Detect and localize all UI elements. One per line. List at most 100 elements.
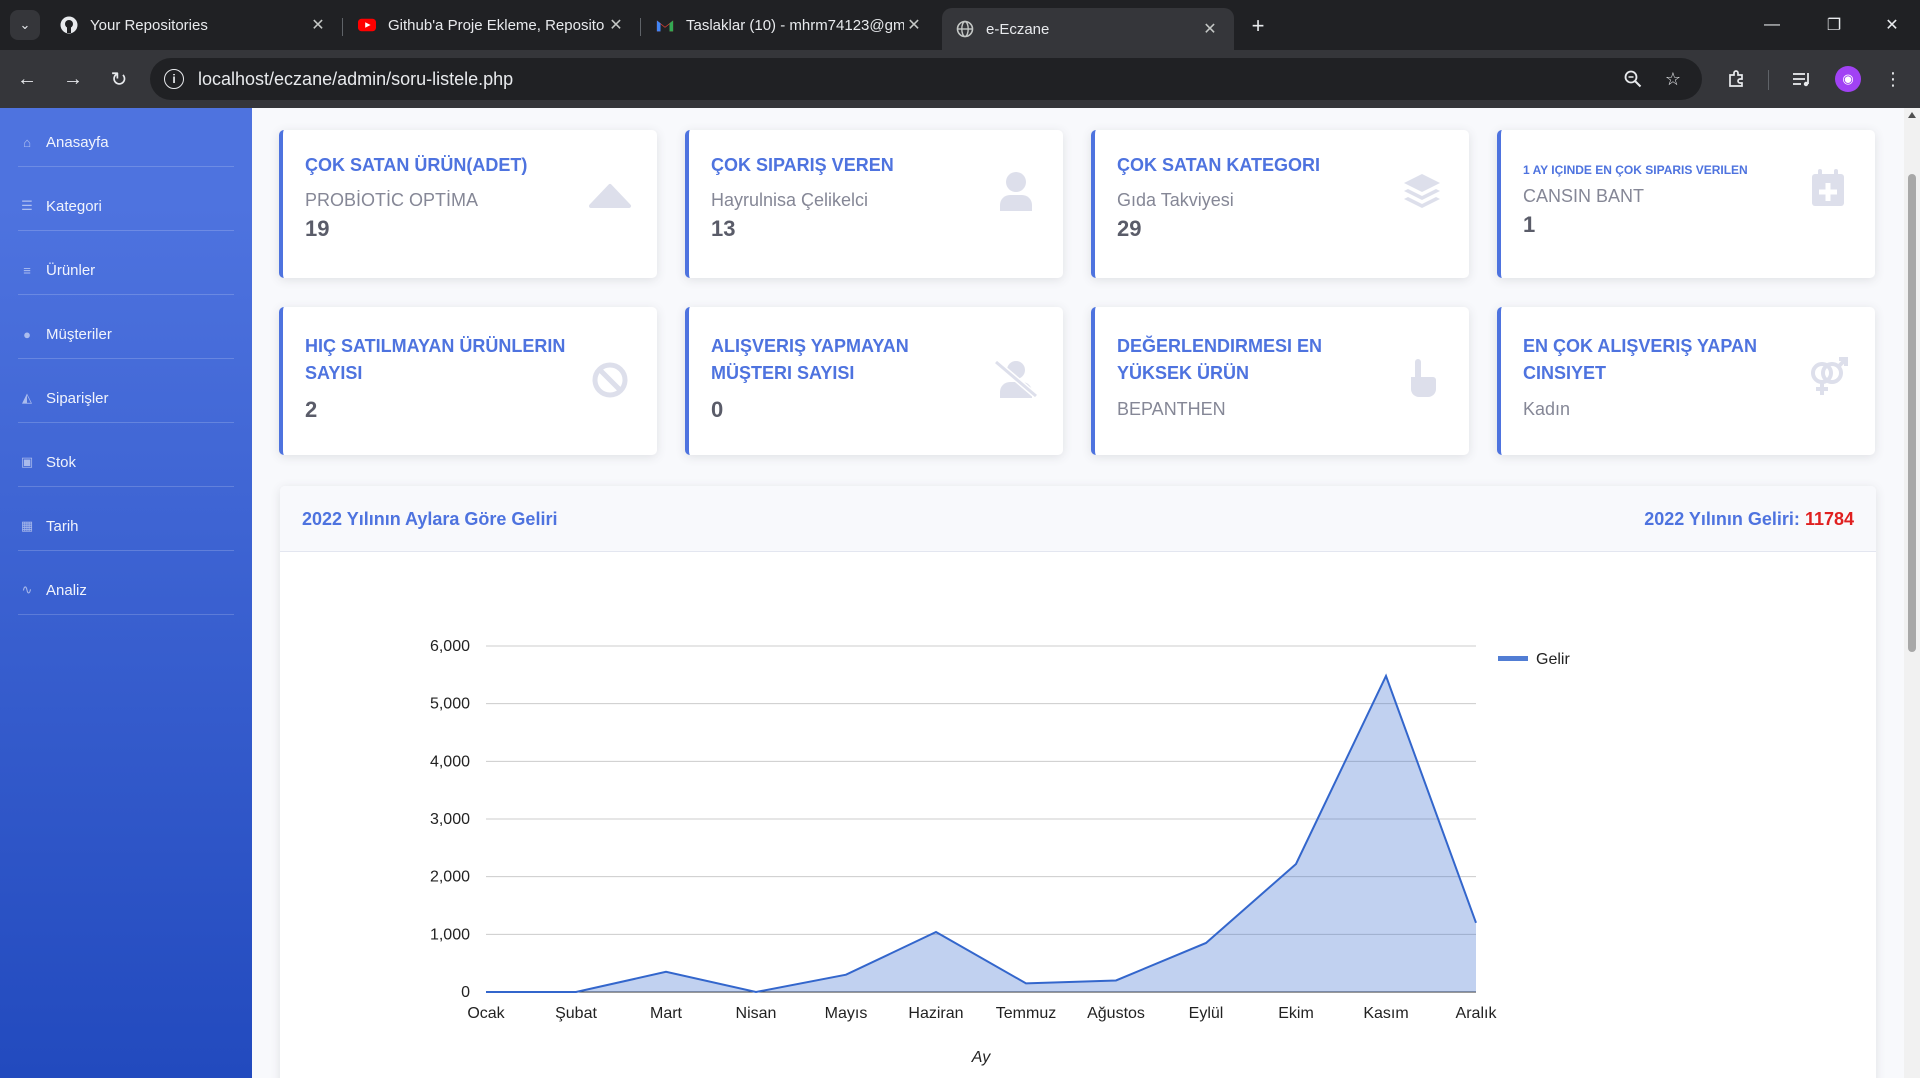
y-tick-label: 4,000 (430, 753, 470, 770)
y-tick-label: 2,000 (430, 869, 470, 886)
sidebar-item-analiz[interactable]: ∿ Analiz (18, 558, 234, 622)
y-tick-label: 1,000 (430, 926, 470, 943)
card-subtitle: CANSIN BANT (1523, 186, 1645, 206)
y-tick-label: 3,000 (430, 811, 470, 828)
tab-title: Taslaklar (10) - mhrm74123@gm (686, 16, 904, 34)
arrow-left-icon: ← (17, 67, 37, 90)
tab-github-proje[interactable]: Github'a Proje Ekleme, Reposito ✕ (344, 8, 640, 42)
x-tick-label: Ekim (1278, 1005, 1314, 1022)
sidebar-item-urunler[interactable]: ≡ Ürünler (18, 238, 234, 302)
x-axis-title: Ay (971, 1049, 992, 1066)
menu-icon[interactable]: ⋮ (1880, 66, 1906, 92)
x-tick-label: Mayıs (825, 1005, 868, 1022)
sidebar-item-siparisler[interactable]: ◭ Siparişler (18, 366, 234, 430)
url-text[interactable]: localhost/eczane/admin/soru-listele.php (198, 69, 513, 90)
sidebar-item-anasayfa[interactable]: ⌂ Anasayfa (18, 110, 234, 174)
globe-icon (956, 20, 974, 38)
address-bar[interactable]: i localhost/eczane/admin/soru-listele.ph… (150, 58, 1702, 100)
calendar-icon: ▦ (20, 518, 34, 533)
x-tick-label: Aralık (1456, 1005, 1498, 1022)
legend-swatch (1498, 656, 1528, 661)
sidebar-divider (18, 550, 234, 551)
sidebar-item-stok[interactable]: ▣ Stok (18, 430, 234, 494)
chart-title: 2022 Yılının Aylara Göre Geliri (302, 509, 558, 529)
card-subtitle: Gıda Takviyesi (1117, 190, 1234, 210)
info-icon[interactable]: i (164, 69, 184, 89)
reload-icon: ↻ (110, 68, 128, 91)
home-icon: ⌂ (23, 134, 31, 150)
extensions-icon[interactable] (1724, 66, 1750, 92)
card-title: ÇOK SIPARIŞ VEREN (711, 155, 894, 175)
back-button[interactable]: ← (12, 64, 42, 94)
scrollbar-thumb[interactable] (1908, 174, 1916, 652)
sidebar-divider (18, 230, 234, 231)
yearly-revenue-value: 11784 (1804, 509, 1854, 529)
sidebar-item-tarih[interactable]: ▦ Tarih (18, 494, 234, 558)
venus-mars-icon (1803, 351, 1853, 401)
x-tick-label: Ağustos (1087, 1005, 1145, 1022)
sidebar-item-label: Tarih (46, 517, 79, 535)
card-subtitle: Hayrulnisa Çelikelci (711, 190, 869, 210)
hand-pointer-icon (1397, 353, 1447, 403)
close-icon[interactable]: ✕ (904, 15, 924, 35)
x-tick-label: Kasım (1363, 1005, 1408, 1022)
main-content: ÇOK SATAN ÜRÜN(ADET) PROBİOTİC OPTİMA 19… (252, 108, 1904, 1078)
plus-icon: + (1251, 13, 1265, 38)
scroll-up-arrow-icon[interactable] (1908, 112, 1916, 118)
stat-card-1-ay-en-cok-siparis: 1 AY IÇINDE EN ÇOK SIPARIS VERILEN CANSI… (1497, 130, 1875, 278)
minimize-button[interactable]: — (1752, 12, 1792, 38)
sidebar-item-label: Anasayfa (46, 133, 109, 151)
forward-button[interactable]: → (58, 64, 88, 94)
sidebar-item-label: Kategori (46, 197, 102, 215)
chart-card-header: 2022 Yılının Aylara Göre Geliri 2022 Yıl… (280, 486, 1876, 552)
caret-up-icon (585, 170, 635, 220)
sidebar-item-label: Stok (46, 453, 77, 471)
new-tab-button[interactable]: + (1244, 12, 1272, 40)
stat-card-hic-satilmayan: HIÇ SATILMAYAN ÜRÜNLERIN SAYISI 2 (279, 307, 657, 455)
x-tick-label: Ocak (467, 1005, 505, 1022)
yearly-revenue-label: 2022 Yılının Geliri: (1644, 509, 1800, 529)
x-tick-label: Eylül (1189, 1005, 1224, 1022)
card-value: 13 (711, 216, 736, 241)
card-value: 2 (305, 397, 318, 422)
sidebar-item-label: Ürünler (46, 261, 96, 279)
sidebar-divider (18, 166, 234, 167)
gmail-icon (656, 16, 674, 34)
browser-tab-bar: ⌄ Your Repositories ✕ Github'a Proje Ekl… (0, 0, 1920, 50)
y-tick-label: 5,000 (430, 696, 470, 713)
reload-button[interactable]: ↻ (104, 64, 134, 94)
stat-card-cok-satan-kategori: ÇOK SATAN KATEGORI Gıda Takviyesi 29 (1091, 130, 1469, 278)
card-title: ALIŞVERIŞ YAPMAYAN MÜŞTERI SAYISI (711, 336, 909, 383)
browser-toolbar: ← → ↻ i localhost/eczane/admin/soru-list… (0, 50, 1920, 108)
star-icon[interactable]: ☆ (1662, 68, 1684, 90)
close-icon[interactable]: ✕ (606, 15, 626, 35)
tab-taslaklar[interactable]: Taslaklar (10) - mhrm74123@gm ✕ (642, 8, 938, 42)
calendar-plus-icon (1803, 162, 1853, 212)
ban-icon (585, 355, 635, 405)
sidebar-item-kategori[interactable]: ☰ Kategori (18, 174, 234, 238)
tab-separator (342, 18, 343, 36)
zoom-icon[interactable] (1622, 68, 1644, 90)
close-icon[interactable]: ✕ (308, 15, 328, 35)
tab-search-button[interactable]: ⌄ (10, 10, 40, 40)
legend-label: Gelir (1536, 651, 1570, 668)
github-icon (60, 16, 78, 34)
sidebar-item-musteriler[interactable]: ● Müşteriler (18, 302, 234, 366)
tab-your-repositories[interactable]: Your Repositories ✕ (46, 8, 342, 42)
card-value: 29 (1117, 216, 1142, 241)
page-scrollbar[interactable] (1904, 108, 1920, 1078)
close-icon[interactable]: ✕ (1200, 19, 1220, 39)
profile-avatar[interactable]: ◉ (1835, 66, 1861, 92)
card-title: 1 AY IÇINDE EN ÇOK SIPARIS VERILEN (1523, 163, 1748, 177)
x-tick-label: Nisan (736, 1005, 777, 1022)
sidebar: ⌂ Anasayfa ☰ Kategori ≡ Ürünler ● Müşter… (0, 108, 252, 1078)
media-icon[interactable] (1788, 66, 1814, 92)
close-window-button[interactable]: ✕ (1872, 12, 1912, 38)
stat-card-cok-satan-urun: ÇOK SATAN ÜRÜN(ADET) PROBİOTİC OPTİMA 19 (279, 130, 657, 278)
x-tick-label: Şubat (555, 1005, 597, 1022)
stat-card-cinsiyet: EN ÇOK ALIŞVERIŞ YAPAN CINSIYET Kadın (1497, 307, 1875, 455)
user-slash-icon (991, 353, 1041, 403)
restore-button[interactable]: ❐ (1814, 12, 1854, 38)
tab-e-eczane[interactable]: e-Eczane ✕ (942, 8, 1234, 50)
yearly-revenue-summary: 2022 Yılının Geliri: 11784 (1644, 509, 1854, 530)
